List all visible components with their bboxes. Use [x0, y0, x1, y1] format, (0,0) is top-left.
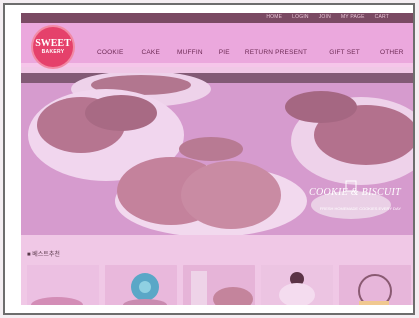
- hero-title: COOKIE & BISCUIT: [308, 187, 401, 198]
- logo-text-sweet: SWEET: [35, 37, 71, 49]
- product-image-1: [27, 265, 99, 305]
- product-thumbnails: [27, 265, 411, 305]
- menu-item-other[interactable]: OTHER: [380, 49, 404, 56]
- product-image-2: [105, 265, 177, 305]
- product-thumb-1[interactable]: [27, 265, 99, 305]
- hero-subtitle: FRESH HOMEMADE COOKIES EVERY DAY: [319, 206, 401, 211]
- menu-item-cake[interactable]: CAKE: [141, 49, 160, 56]
- menu-item-pie[interactable]: PIE: [219, 49, 230, 56]
- utility-link-mypage[interactable]: MY PAGE: [341, 14, 365, 20]
- product-image-4: [261, 265, 333, 305]
- section-heading: ■ 베스트추천: [27, 249, 60, 258]
- product-thumb-4[interactable]: [261, 265, 333, 305]
- utility-link-home[interactable]: HOME: [266, 14, 282, 20]
- product-image-3: [183, 265, 255, 305]
- navbar-bottom-border: [21, 63, 413, 67]
- product-thumb-2[interactable]: [105, 265, 177, 305]
- logo-text-bakery: BAKERY: [41, 48, 65, 55]
- menu-item-muffin[interactable]: MUFFIN: [177, 49, 203, 56]
- menu-item-return-present[interactable]: RETURN PRESENT: [245, 49, 307, 56]
- section-title: ■ 베스트추천: [27, 252, 60, 258]
- main-navbar: [21, 23, 413, 67]
- utility-link-login[interactable]: LOGIN: [292, 14, 309, 20]
- browser-frame: HOME LOGIN JOIN MY PAGE CART SWEET BAKER…: [3, 3, 415, 315]
- product-thumb-3[interactable]: [183, 265, 255, 305]
- page: HOME LOGIN JOIN MY PAGE CART SWEET BAKER…: [21, 13, 413, 305]
- utility-link-join[interactable]: JOIN: [319, 14, 331, 20]
- utility-link-cart[interactable]: CART: [375, 14, 389, 20]
- brand-logo[interactable]: SWEET BAKERY: [33, 27, 73, 67]
- product-image-5: [339, 265, 411, 305]
- main-menu: COOKIE CAKE MUFFIN PIE RETURN PRESENT GI…: [97, 49, 404, 56]
- menu-item-cookie[interactable]: COOKIE: [97, 49, 123, 56]
- utility-links: HOME LOGIN JOIN MY PAGE CART: [266, 14, 389, 20]
- product-thumb-5[interactable]: [339, 265, 411, 305]
- hero-caption: COOKIE & BISCUIT FRESH HOMEMADE COOKIES …: [309, 187, 401, 211]
- menu-item-gift-set[interactable]: GIFT SET: [329, 49, 360, 56]
- utility-bar: HOME LOGIN JOIN MY PAGE CART: [21, 13, 413, 23]
